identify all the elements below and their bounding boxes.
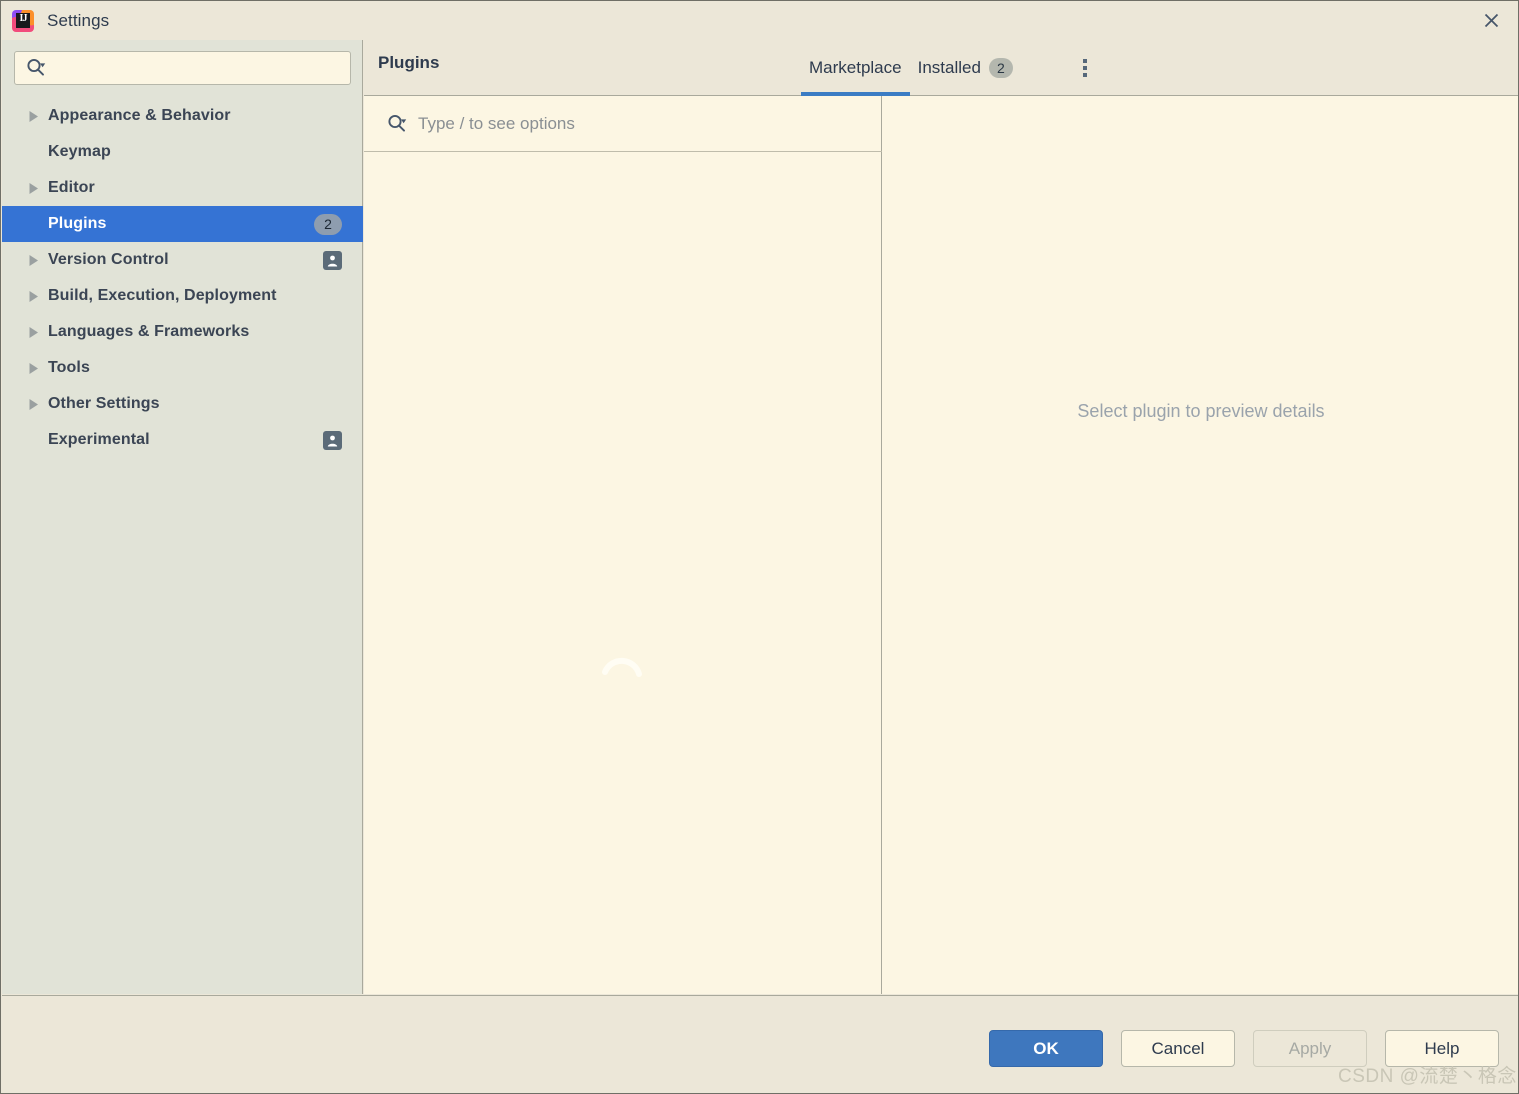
chevron-right-icon[interactable] [20, 398, 48, 411]
sidebar-item-build-execution-deployment[interactable]: Build, Execution, Deployment [2, 278, 363, 314]
sidebar-item-label: Appearance & Behavior [48, 107, 231, 124]
chevron-right-icon[interactable] [20, 290, 48, 303]
chevron-right-icon[interactable] [20, 182, 48, 195]
sidebar-search-input[interactable] [47, 59, 350, 77]
logo-glyph: IJ [16, 12, 30, 28]
sidebar-item-label: Build, Execution, Deployment [48, 287, 277, 304]
tab-label: Marketplace [809, 58, 902, 77]
plugin-preview-column: Select plugin to preview details [883, 96, 1518, 994]
sidebar-item-experimental[interactable]: Experimental [2, 422, 363, 458]
plugin-tabs: Marketplace Installed 2 [801, 40, 1021, 96]
tab-marketplace[interactable]: Marketplace [801, 40, 910, 96]
search-icon [25, 57, 47, 79]
sidebar-item-label: Keymap [48, 143, 111, 160]
user-account-icon [323, 250, 342, 270]
preview-placeholder-text: Select plugin to preview details [1077, 401, 1325, 421]
settings-sidebar: Appearance & Behavior Keymap Editor Plugins… [2, 40, 363, 994]
sidebar-search-box[interactable] [14, 51, 351, 85]
sidebar-item-label: Version Control [48, 251, 169, 268]
kebab-dot [1083, 66, 1087, 70]
chevron-right-icon[interactable] [20, 254, 48, 267]
sidebar-item-appearance-behavior[interactable]: Appearance & Behavior [2, 98, 363, 134]
ok-button[interactable]: OK [989, 1030, 1103, 1067]
help-button[interactable]: Help [1385, 1030, 1499, 1067]
sidebar-item-label: Plugins [48, 215, 107, 232]
dialog-footer: OK Cancel Apply Help [2, 995, 1518, 1093]
sidebar-item-badge: 2 [314, 213, 342, 235]
main-header: Plugins Marketplace Installed 2 [364, 40, 1518, 96]
tab-installed[interactable]: Installed 2 [910, 40, 1021, 96]
kebab-dot [1083, 59, 1087, 63]
sidebar-item-label: Experimental [48, 431, 150, 448]
plugin-search-box[interactable] [364, 96, 882, 152]
tab-badge: 2 [988, 58, 1013, 78]
kebab-dot [1083, 73, 1087, 77]
main-panel: Plugins Marketplace Installed 2 Type / t… [364, 40, 1518, 994]
settings-tree: Appearance & Behavior Keymap Editor Plugins… [2, 98, 363, 458]
sidebar-item-languages-frameworks[interactable]: Languages & Frameworks [2, 314, 363, 350]
chevron-right-icon[interactable] [20, 362, 48, 375]
user-account-icon [323, 430, 342, 450]
plugin-list-column [364, 96, 882, 994]
plugin-search-input[interactable] [408, 113, 882, 134]
tab-label: Installed [917, 58, 981, 77]
window-title: Settings [47, 10, 110, 30]
sidebar-item-other-settings[interactable]: Other Settings [2, 386, 363, 422]
cancel-button[interactable]: Cancel [1121, 1030, 1235, 1067]
sidebar-item-label: Other Settings [48, 395, 160, 412]
chevron-right-icon[interactable] [20, 326, 48, 339]
sidebar-item-version-control[interactable]: Version Control [2, 242, 363, 278]
chevron-right-icon[interactable] [20, 110, 48, 123]
sidebar-item-keymap[interactable]: Keymap [2, 134, 363, 170]
intellij-idea-logo-icon: IJ [12, 9, 34, 32]
sidebar-item-label: Tools [48, 359, 90, 376]
sidebar-item-tools[interactable]: Tools [2, 350, 363, 386]
sidebar-item-label: Editor [48, 179, 95, 196]
search-icon [386, 113, 408, 135]
close-icon[interactable] [1462, 1, 1518, 40]
sidebar-item-label: Languages & Frameworks [48, 323, 250, 340]
sidebar-item-editor[interactable]: Editor [2, 170, 363, 206]
settings-window: IJ Settings Appearance & Behavior Keymap E… [0, 0, 1519, 1094]
more-vertical-icon[interactable] [1064, 40, 1106, 96]
sidebar-item-plugins[interactable]: Plugins 2 [2, 206, 363, 242]
loading-spinner-icon [597, 642, 649, 694]
apply-button: Apply [1253, 1030, 1367, 1067]
title-bar: IJ Settings [1, 1, 1518, 40]
page-title: Plugins [378, 53, 440, 72]
